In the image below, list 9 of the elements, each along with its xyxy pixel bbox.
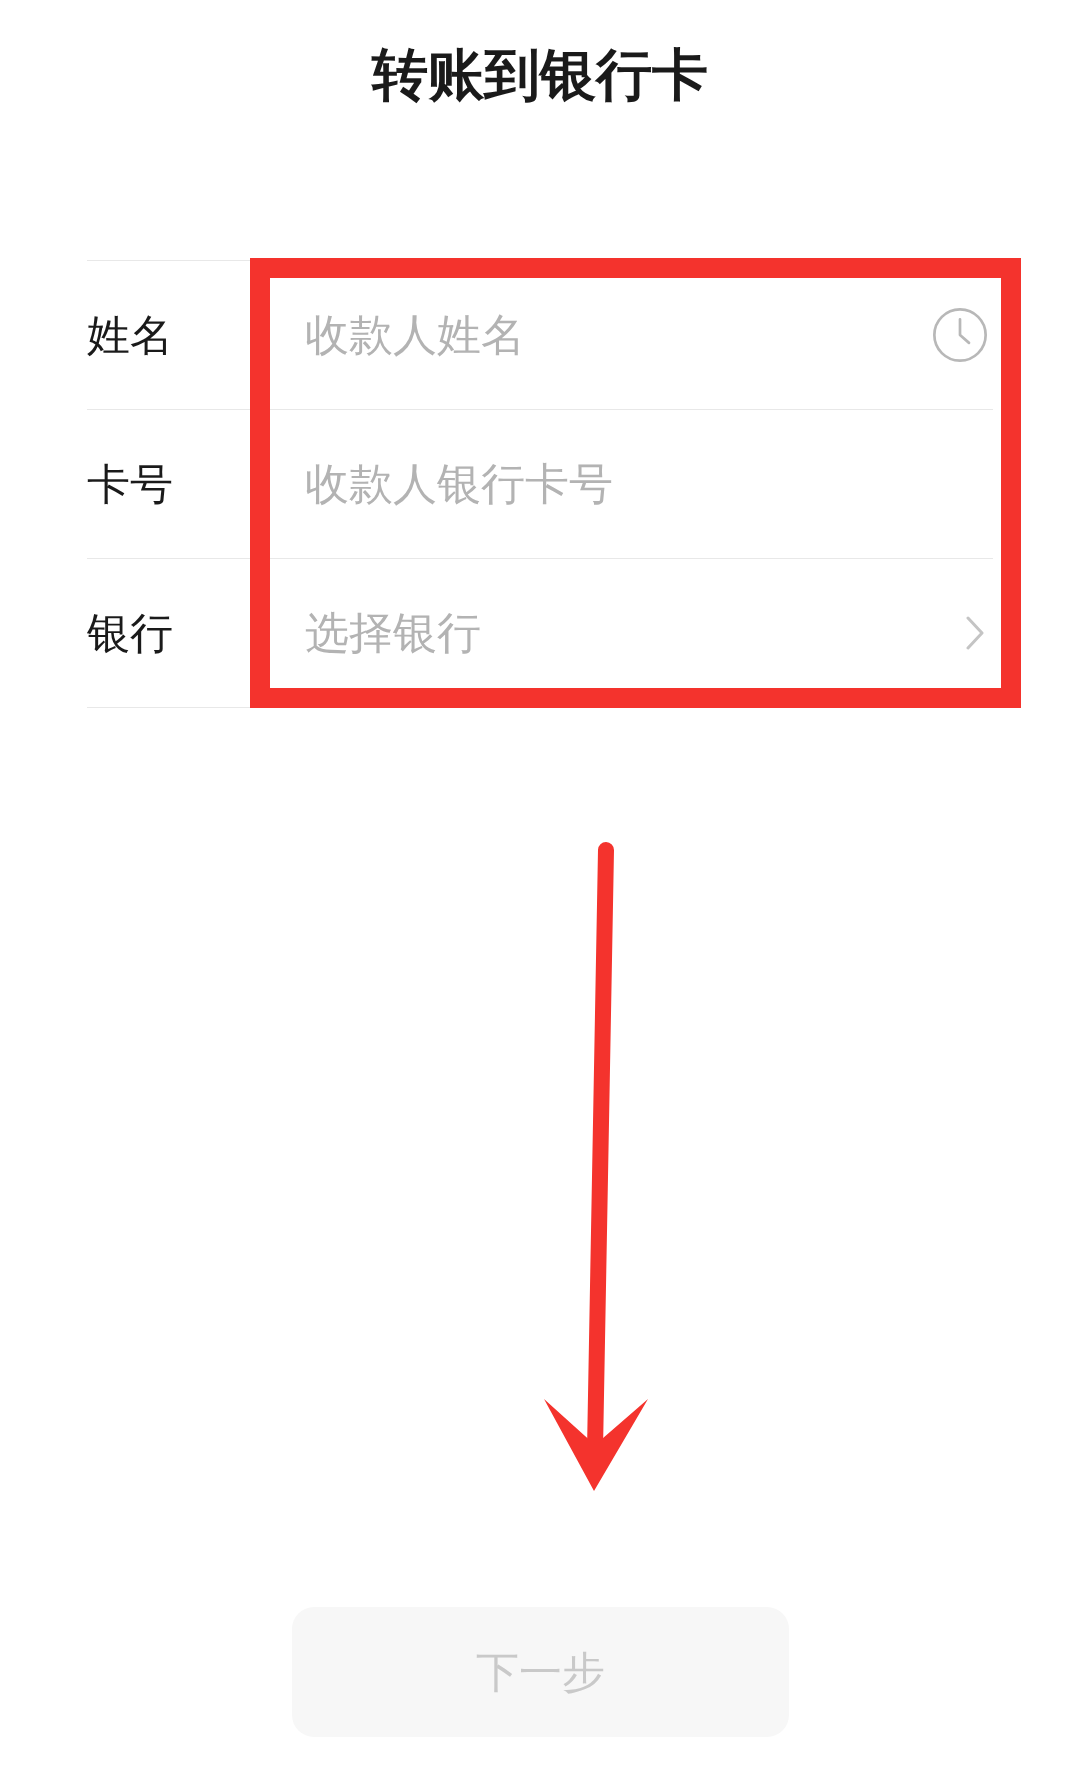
- input-field[interactable]: 收款人姓名: [305, 305, 933, 365]
- page-title: 转账到银行卡: [372, 47, 708, 103]
- clock-icon[interactable]: [933, 308, 987, 362]
- bank-select-field[interactable]: 选择银行: [305, 603, 966, 663]
- input-field[interactable]: 收款人银行卡号: [305, 454, 987, 514]
- field-label: 银行: [87, 608, 174, 658]
- field-label: 卡号: [87, 459, 174, 509]
- chevron-right-icon: [966, 616, 984, 650]
- field-label: 姓名: [87, 310, 174, 360]
